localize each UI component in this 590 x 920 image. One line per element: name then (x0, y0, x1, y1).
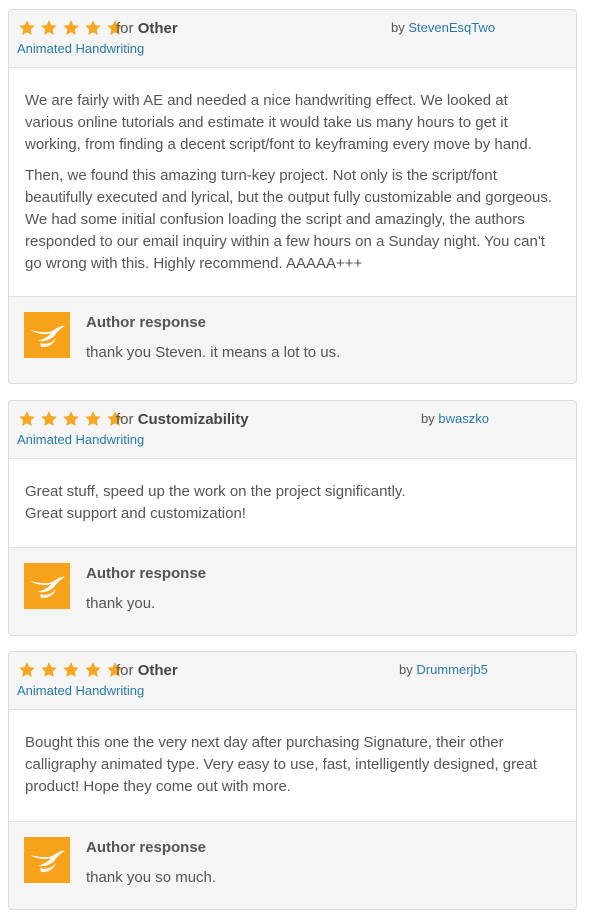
author-response: Author response thank you Steven. it mea… (9, 297, 576, 383)
item-link[interactable]: Animated Handwriting (17, 432, 144, 447)
author-bird-logo-icon (24, 312, 70, 358)
item-link[interactable]: Animated Handwriting (17, 41, 144, 56)
review-byline: by Drummerjb5 (399, 662, 488, 677)
review-text: Then, we found this amazing turn-key pro… (25, 167, 552, 272)
review-header: for Other by StevenEsqTwo Animated Handw… (9, 10, 576, 68)
review-text: We are fairly with AE and needed a nice … (25, 92, 532, 153)
star-icon (84, 661, 102, 679)
star-rating (18, 19, 128, 37)
review-text: Great support and customization! (25, 505, 246, 522)
review-byline: by StevenEsqTwo (391, 20, 496, 35)
review-body: Great stuff, speed up the work on the pr… (9, 459, 576, 548)
reviewer-link[interactable]: StevenEsqTwo (408, 20, 495, 35)
star-icon (18, 410, 36, 428)
author-bird-logo-icon (24, 563, 70, 609)
review-body: We are fairly with AE and needed a nice … (9, 68, 576, 297)
star-icon (84, 19, 102, 37)
author-response: Author response thank you so much. (9, 822, 576, 908)
item-link[interactable]: Animated Handwriting (17, 683, 144, 698)
author-response-title: Author response (86, 565, 207, 582)
star-rating (18, 410, 128, 428)
author-response-title: Author response (86, 839, 207, 856)
reviewer-link[interactable]: Drummerjb5 (416, 662, 488, 677)
review-byline: by bwaszko (421, 411, 489, 426)
review-category: for Other (116, 662, 178, 679)
author-response-text: thank you. (86, 595, 156, 612)
review-card: for Customizability by bwaszko Animated … (8, 400, 577, 636)
star-icon (84, 410, 102, 428)
review-body: Bought this one the very next day after … (9, 710, 576, 822)
review-card: for Other by Drummerjb5 Animated Handwri… (8, 651, 577, 910)
author-response-text: thank you Steven. it means a lot to us. (86, 344, 341, 361)
star-icon (62, 410, 80, 428)
author-bird-logo-icon (24, 837, 70, 883)
star-rating (18, 661, 128, 679)
star-icon (18, 661, 36, 679)
review-category: for Customizability (116, 411, 249, 428)
review-header: for Customizability by bwaszko Animated … (9, 401, 576, 459)
review-text: Great stuff, speed up the work on the pr… (25, 483, 406, 500)
star-icon (62, 19, 80, 37)
review-category: for Other (116, 20, 178, 37)
star-icon (62, 661, 80, 679)
author-response-text: thank you so much. (86, 869, 217, 886)
review-header: for Other by Drummerjb5 Animated Handwri… (9, 652, 576, 710)
star-icon (40, 19, 58, 37)
author-response: Author response thank you. (9, 548, 576, 634)
star-icon (18, 19, 36, 37)
review-card: for Other by StevenEsqTwo Animated Handw… (8, 9, 577, 384)
reviewer-link[interactable]: bwaszko (438, 411, 489, 426)
star-icon (40, 661, 58, 679)
star-icon (40, 410, 58, 428)
author-response-title: Author response (86, 314, 207, 331)
review-text: Bought this one the very next day after … (25, 734, 537, 795)
